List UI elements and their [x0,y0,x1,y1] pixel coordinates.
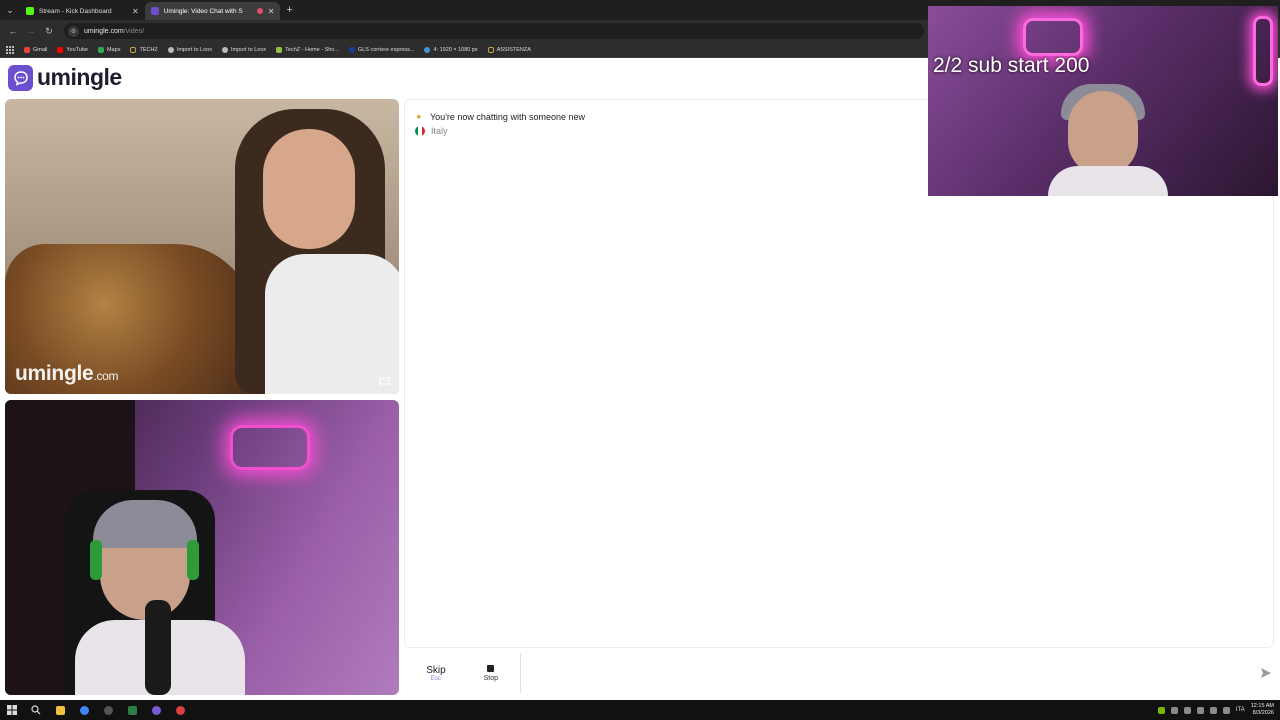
bookmark-screen-size[interactable]: 4: 1920 × 1080 px [424,46,478,53]
gls-icon [348,46,355,53]
clock[interactable]: 12:15 AM 8/3/2026 [1251,703,1274,717]
bookmark-gmail[interactable]: Gmail [24,46,47,53]
bookmark-import-loox-1[interactable]: Import to Loox [167,46,212,53]
skip-button[interactable]: Skip Esc [404,653,468,693]
forward-arrow-icon[interactable]: → [24,24,38,38]
tab-umingle[interactable]: Umingle: Video Chat with S ✕ [144,2,281,20]
file-explorer-icon[interactable] [48,700,72,720]
back-arrow-icon[interactable]: ← [6,24,20,38]
search-icon[interactable] [24,700,48,720]
tray-app-icon[interactable] [1183,706,1191,714]
folder-icon [130,46,137,53]
report-flag-icon[interactable] [379,374,391,386]
chat-controls: Skip Esc Stop [404,652,1274,694]
stop-button[interactable]: Stop [470,653,512,693]
network-icon[interactable] [1209,706,1217,714]
streamer-webcam-overlay: 2/2 sub start 200 [928,6,1278,196]
nvidia-icon[interactable] [1157,706,1165,714]
stop-icon [487,664,495,672]
umingle-watermark: umingle.com [15,362,119,385]
handshake-icon: ✦ [415,112,423,122]
umingle-favicon-icon [150,7,159,15]
bookmark-maps[interactable]: Maps [98,46,120,53]
message-input[interactable] [519,653,1255,693]
system-message: ✦ You're now chatting with someone new [415,112,585,122]
globe-icon [221,46,228,53]
obs-icon[interactable] [96,700,120,720]
italy-flag-icon [415,126,425,136]
chrome-icon[interactable] [72,700,96,720]
screen: ⌄ Stream - Kick Dashboard ✕ Umingle: Vid… [0,0,1280,720]
bookmark-techz-shop[interactable]: TechZ - Home - Sho... [276,46,339,53]
apps-grid-icon[interactable] [6,45,14,54]
kick-favicon-icon [26,7,34,15]
self-video [5,400,399,695]
globe-icon [167,46,174,53]
globe-icon [424,46,431,53]
terminal-icon[interactable] [120,700,144,720]
chrome-recording-icon[interactable] [168,700,192,720]
tab-title: Umingle: Video Chat with S [163,7,243,15]
skip-shortcut: Esc [430,675,441,682]
skip-label: Skip [426,664,446,676]
bookmark-youtube[interactable]: YouTube [57,46,88,53]
discord-icon[interactable] [144,700,168,720]
bookmark-folder-assistenza[interactable]: ASSISTENZA [487,46,531,53]
maps-icon [98,46,104,53]
stranger-country: Italy [415,126,448,136]
recording-indicator-icon [256,8,263,14]
tab-kick-dashboard[interactable]: Stream - Kick Dashboard ✕ [20,2,145,20]
address-domain: umingle.com/video/ [84,27,145,35]
close-tab-icon[interactable]: ✕ [132,7,139,16]
gmail-icon [24,46,30,53]
start-icon[interactable] [0,700,24,720]
address-bar[interactable]: ⚙ umingle.com/video/ [64,23,924,39]
tray-app-icon[interactable] [1170,706,1178,714]
logo-wordmark: umingle [37,64,122,90]
send-icon[interactable] [1258,665,1274,681]
shopify-icon [276,46,283,53]
site-info-icon[interactable]: ⚙ [68,25,79,37]
chat-bubble-logo-icon [8,64,33,91]
stranger-video: umingle.com [5,99,399,394]
reload-icon[interactable]: ↻ [42,24,56,38]
folder-icon [487,46,494,53]
bookmark-import-loox-2[interactable]: Import to Loox [221,46,266,53]
os-taskbar: ITA 12:15 AM 8/3/2026 [0,700,1280,720]
tab-search-icon[interactable]: ⌄ [0,0,20,20]
volume-icon[interactable] [1222,706,1230,714]
tray-app-icon[interactable] [1196,706,1204,714]
new-tab-button[interactable]: + [280,4,298,16]
bookmark-gls[interactable]: GLS corriere espress... [348,46,414,53]
close-tab-icon[interactable]: ✕ [268,7,275,16]
bookmark-folder-techz[interactable]: TECHZ [130,46,158,53]
youtube-icon [57,46,64,53]
site-logo[interactable]: umingle [8,64,122,91]
language-indicator[interactable]: ITA [1236,707,1245,713]
stop-label: Stop [483,674,498,682]
tab-title: Stream - Kick Dashboard [39,7,112,15]
system-tray: ITA 12:15 AM 8/3/2026 [1157,703,1280,717]
overlay-goal-text: 2/2 sub start 200 [933,54,1090,77]
